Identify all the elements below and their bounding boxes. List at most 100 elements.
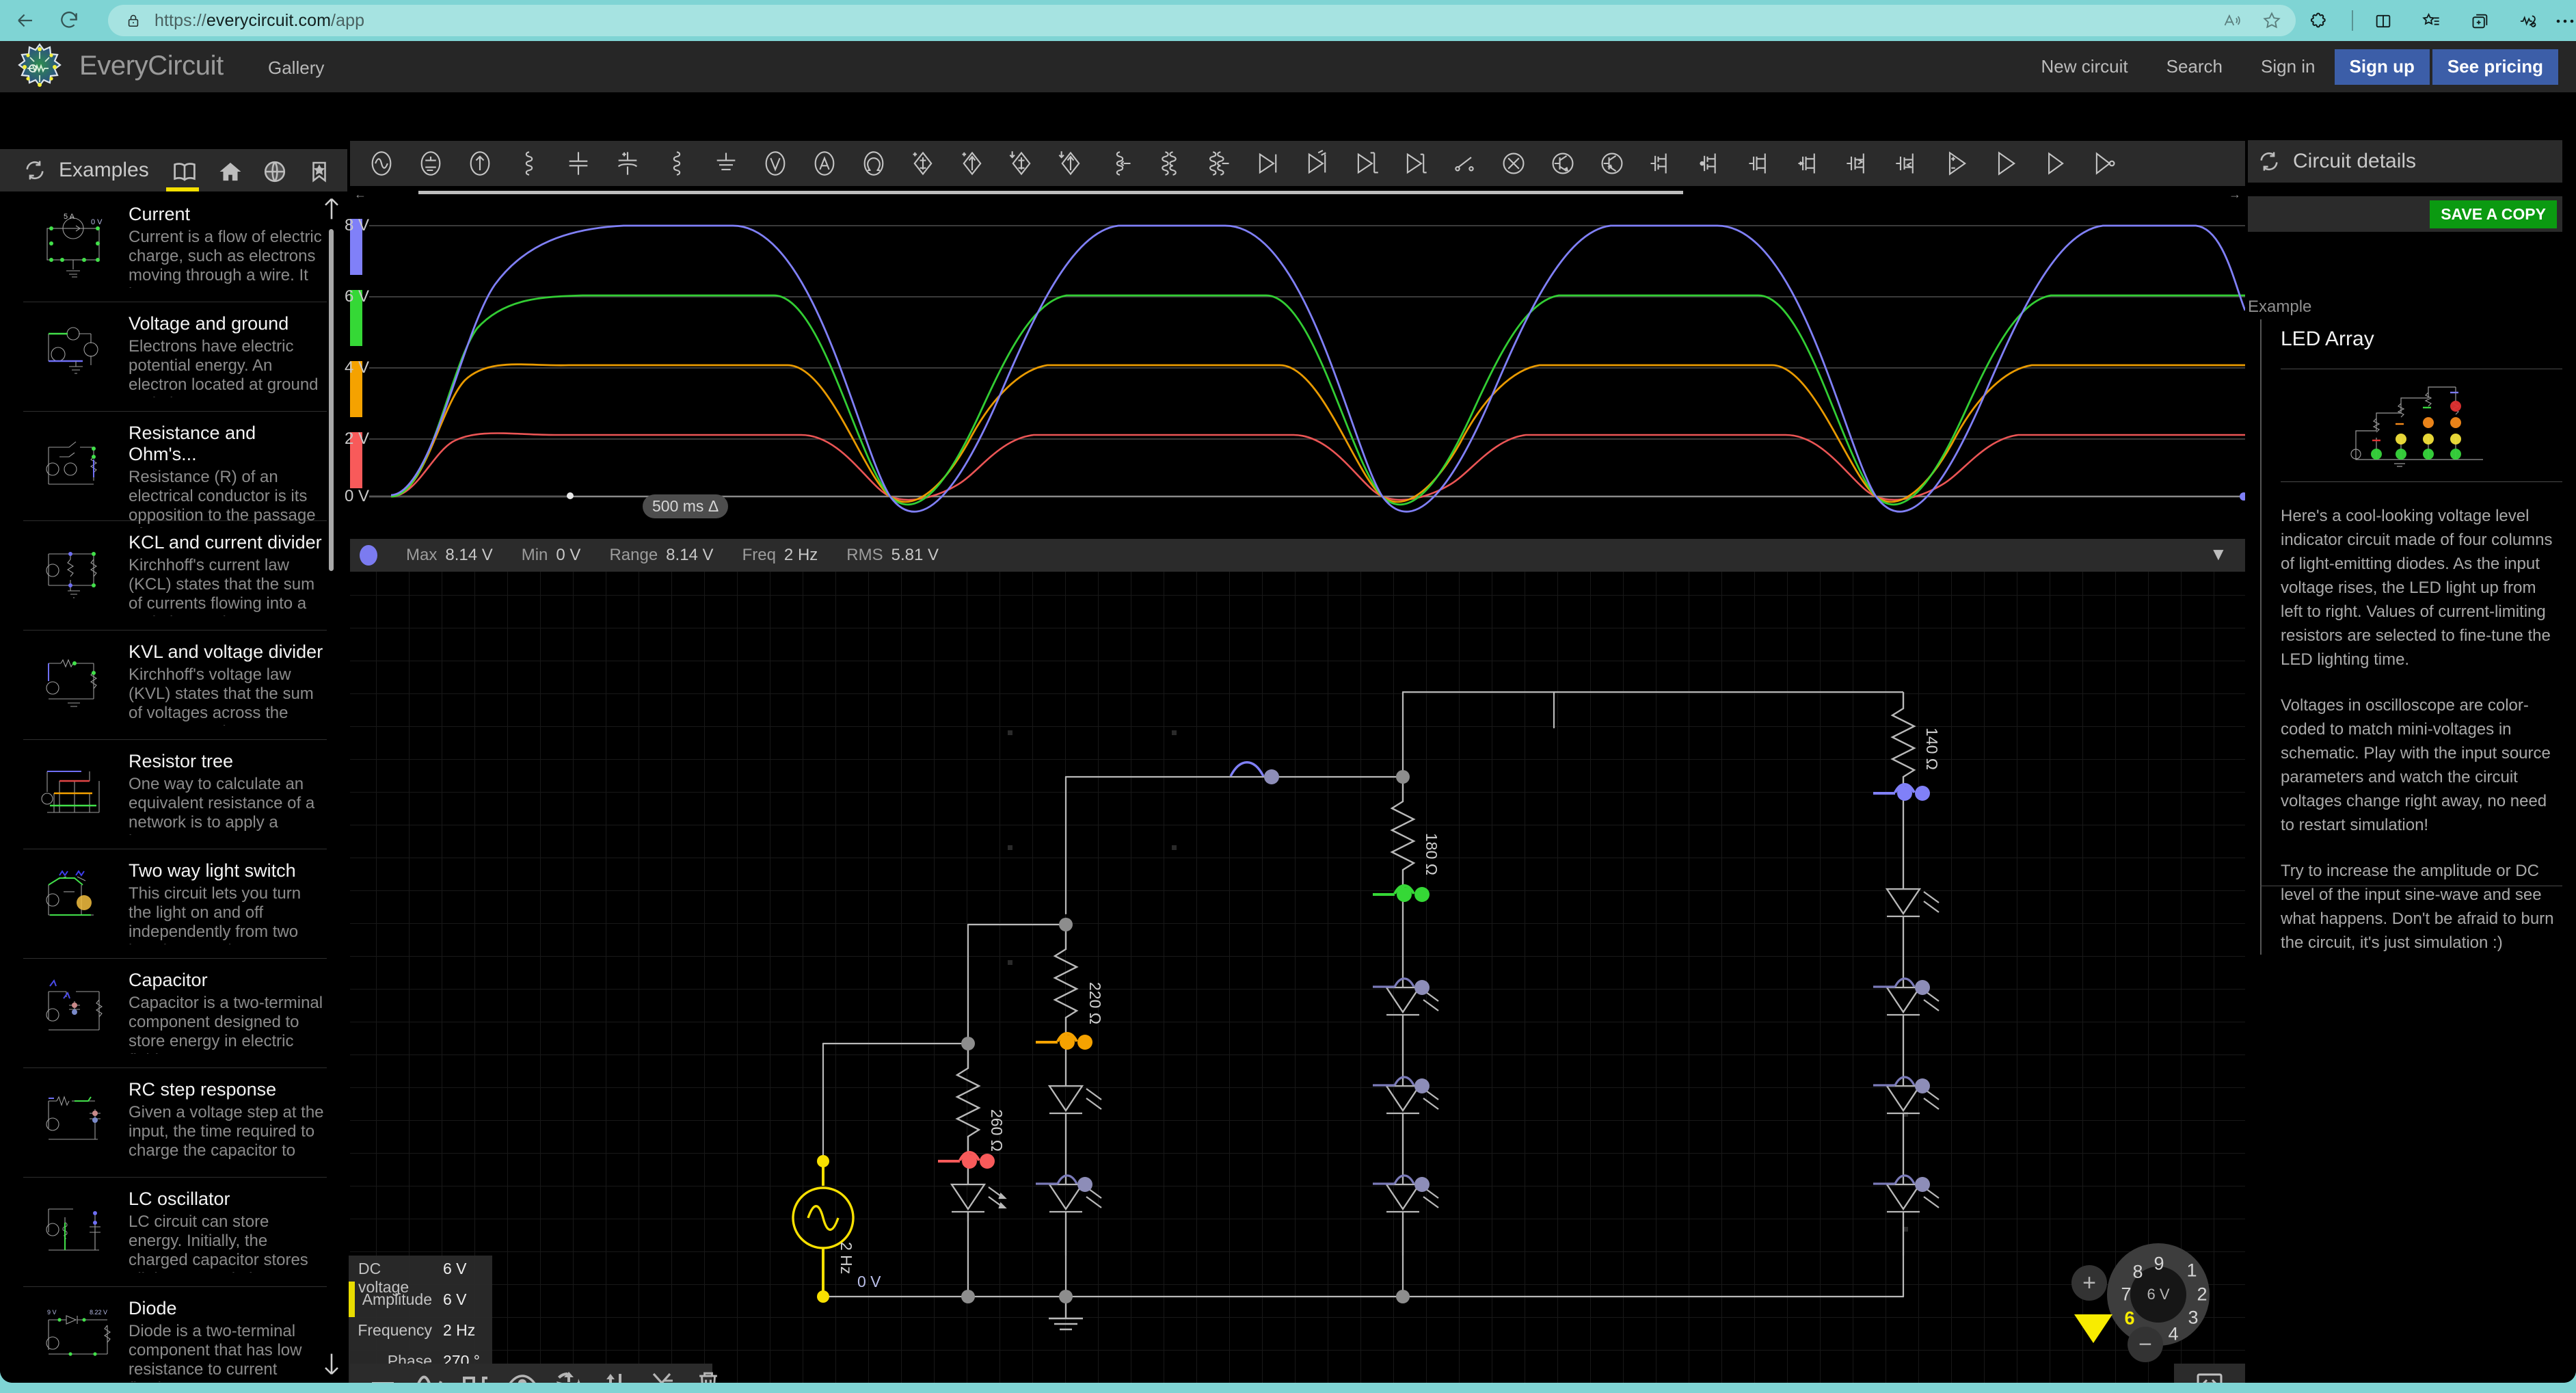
- list-item[interactable]: LC oscillator LC circuit can store energy…: [23, 1178, 327, 1287]
- ohmmeter-icon[interactable]: [849, 143, 898, 184]
- eye-probe-icon[interactable]: [499, 1366, 546, 1383]
- list-item[interactable]: Capacitor Capacitor is a two-terminal com…: [23, 959, 327, 1068]
- time-scale-label[interactable]: 500 ms Δ: [643, 494, 729, 518]
- dial-number-2[interactable]: 2: [2197, 1285, 2207, 1304]
- address-bar[interactable]: https://everycircuit.com/app: [108, 5, 2296, 36]
- component-toolbar[interactable]: [350, 141, 2245, 186]
- logic-buffer-icon[interactable]: [2030, 143, 2080, 184]
- arrow-right-icon[interactable]: →: [2229, 187, 2241, 202]
- sine-wave-icon[interactable]: [406, 1366, 453, 1383]
- opamp-icon[interactable]: [1932, 143, 1981, 184]
- pnp-transistor-icon[interactable]: [1587, 143, 1637, 184]
- split-screen-icon[interactable]: [2368, 6, 2398, 36]
- ac-source-icon[interactable]: [357, 143, 406, 184]
- voltmeter-icon[interactable]: [751, 143, 800, 184]
- back-arrow-icon[interactable]: [7, 2, 44, 39]
- dial-number-1[interactable]: 1: [2186, 1261, 2197, 1280]
- sidebar-item-community[interactable]: [260, 157, 290, 186]
- rotate-icon[interactable]: [546, 1366, 592, 1383]
- sign-up-button[interactable]: Sign up: [2334, 49, 2430, 85]
- gallery-link[interactable]: Gallery: [268, 57, 324, 79]
- param-row[interactable]: DC voltage 6 V: [358, 1260, 485, 1296]
- dial-number-3[interactable]: 3: [2188, 1308, 2198, 1327]
- logic-inverter-icon[interactable]: [2080, 143, 2129, 184]
- param-row[interactable]: Amplitude 6 V: [358, 1290, 485, 1321]
- comparator-icon[interactable]: [1981, 143, 2030, 184]
- capacitor-icon[interactable]: [554, 143, 603, 184]
- value-dial[interactable]: 6 V 1 2 3 4 5 6 7 8 9 + −: [2071, 1236, 2210, 1366]
- dial-pointer-marker[interactable]: [2074, 1314, 2112, 1343]
- everycircuit-logo-icon[interactable]: [15, 42, 64, 92]
- toolbar-scrollbar[interactable]: [418, 191, 1683, 194]
- extensions-icon[interactable]: [2304, 6, 2334, 36]
- xor-gate-icon[interactable]: [1489, 143, 1538, 184]
- new-circuit-button[interactable]: New circuit: [2022, 41, 2147, 92]
- igbt-p-icon[interactable]: [1883, 143, 1932, 184]
- list-item[interactable]: KVL and voltage divider Kirchhoff's volta…: [23, 631, 327, 740]
- pmos-icon[interactable]: [1686, 143, 1735, 184]
- tapped-transformer-icon[interactable]: [1194, 143, 1243, 184]
- list-item[interactable]: KCL and current divider Kirchhoff's curre…: [23, 521, 327, 631]
- star-icon[interactable]: [2257, 6, 2286, 35]
- flip-vertical-icon[interactable]: [592, 1366, 639, 1383]
- save-a-copy-button[interactable]: SAVE A COPY: [2430, 200, 2557, 228]
- chevron-down-icon[interactable]: ▼: [2210, 544, 2227, 565]
- inductor-icon[interactable]: [652, 143, 701, 184]
- ammeter-icon[interactable]: [800, 143, 849, 184]
- resistor-icon[interactable]: [505, 143, 554, 184]
- list-item[interactable]: 5 A 0 V Current Current is a flow of elect…: [23, 193, 327, 302]
- expand-horizontal-icon[interactable]: [2174, 1364, 2245, 1383]
- arrow-down-icon[interactable]: [323, 1351, 340, 1378]
- list-item[interactable]: 9 V 8.22 V Diode Diode is a two-terminal c…: [23, 1287, 327, 1383]
- sidebar-item-home[interactable]: [215, 157, 245, 186]
- schematic-canvas[interactable]: 260 Ω 220 Ω 180 Ω 140 Ω 2 Hz 0 V: [350, 572, 2245, 1383]
- led-array-thumbnail[interactable]: [2281, 369, 2562, 482]
- increment-button[interactable]: +: [2071, 1265, 2107, 1301]
- nmos-icon[interactable]: [1637, 143, 1686, 184]
- read-aloud-icon[interactable]: [2218, 6, 2246, 35]
- trash-delete-icon[interactable]: [685, 1366, 732, 1383]
- dc-line-icon[interactable]: [360, 1366, 406, 1383]
- list-item[interactable]: Resistance and Ohm's... Resistance (R) of…: [23, 412, 327, 528]
- refresh-icon[interactable]: [2257, 150, 2281, 173]
- sidebar-item-bookmarks[interactable]: [304, 157, 334, 186]
- dial-number-4[interactable]: 4: [2168, 1325, 2178, 1344]
- param-row[interactable]: Frequency 2 Hz: [358, 1321, 485, 1352]
- square-wave-icon[interactable]: [453, 1366, 499, 1383]
- toolbar-scroll-row[interactable]: ← →: [350, 186, 2245, 201]
- dial-number-7[interactable]: 7: [2121, 1285, 2131, 1304]
- vcvs-icon[interactable]: [898, 143, 948, 184]
- oscilloscope[interactable]: [350, 201, 2245, 536]
- favorites-list-icon[interactable]: [2416, 6, 2446, 36]
- performance-check-icon[interactable]: [2513, 6, 2543, 36]
- list-item[interactable]: Resistor tree One way to calculate an equ…: [23, 740, 327, 849]
- arrow-left-icon[interactable]: ←: [354, 187, 366, 202]
- dc-source-icon[interactable]: [406, 143, 455, 184]
- npn-transistor-icon[interactable]: [1538, 143, 1587, 184]
- more-ellipsis-icon[interactable]: [2550, 6, 2576, 36]
- cccs-icon[interactable]: [1046, 143, 1095, 184]
- jfet-p-icon[interactable]: [1784, 143, 1834, 184]
- refresh-icon[interactable]: [23, 159, 46, 182]
- sign-in-button[interactable]: Sign in: [2242, 41, 2335, 92]
- sidebar-scrollbar[interactable]: [329, 229, 334, 571]
- switch-icon[interactable]: [1440, 143, 1489, 184]
- ground-icon[interactable]: [701, 143, 751, 184]
- edit-toolbar[interactable]: [350, 1364, 717, 1383]
- dial-number-9[interactable]: 9: [2154, 1254, 2164, 1273]
- polarized-capacitor-icon[interactable]: [603, 143, 652, 184]
- examples-list[interactable]: 5 A 0 V Current Current is a flow of elect…: [23, 193, 327, 1383]
- list-item[interactable]: Voltage and ground Electrons have electri…: [23, 302, 327, 412]
- led-icon[interactable]: [1292, 143, 1341, 184]
- ccvs-icon[interactable]: [997, 143, 1046, 184]
- igbt-n-icon[interactable]: [1834, 143, 1883, 184]
- see-pricing-button[interactable]: See pricing: [2432, 49, 2558, 85]
- jfet-n-icon[interactable]: [1735, 143, 1784, 184]
- collections-add-icon[interactable]: [2465, 6, 2495, 36]
- dial-number-6[interactable]: 6: [2124, 1309, 2134, 1328]
- decrement-button[interactable]: −: [2128, 1327, 2163, 1362]
- scissors-cut-icon[interactable]: [639, 1366, 685, 1383]
- list-item[interactable]: RC step response Given a voltage step at …: [23, 1068, 327, 1178]
- reload-icon[interactable]: [51, 2, 88, 39]
- arrow-up-icon[interactable]: [323, 195, 340, 222]
